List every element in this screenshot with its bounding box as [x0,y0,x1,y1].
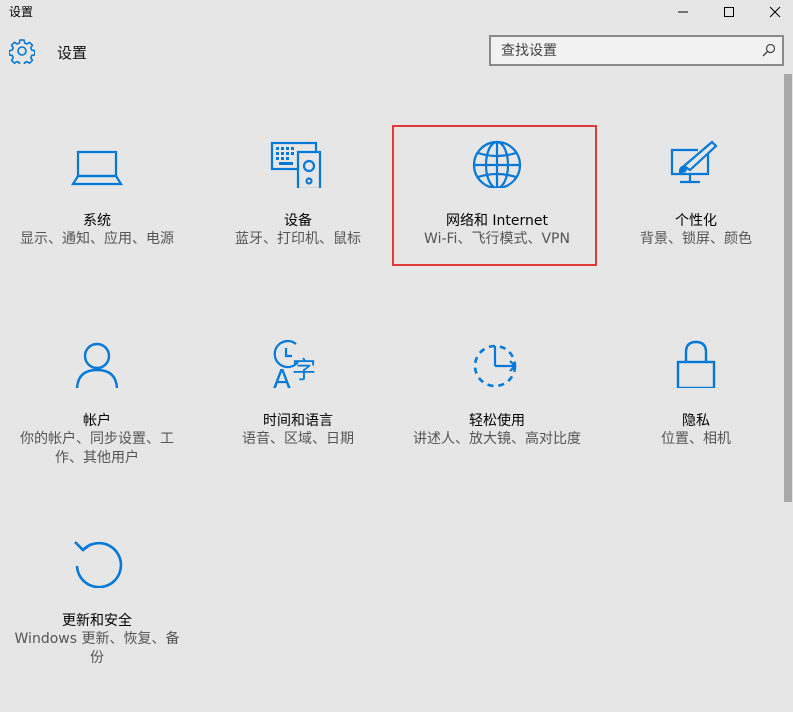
tile-personalization-desc: 背景、锁屏、颜色 [640,231,752,247]
gear-icon [9,39,35,64]
search-input[interactable] [491,37,761,64]
tile-privacy-desc: 位置、相机 [661,431,731,447]
window-title: 设置 [9,5,34,19]
tile-system-desc: 显示、通知、应用、电源 [20,231,174,247]
tile-devices[interactable]: 设备 蓝牙、打印机、鼠标 [198,132,398,312]
minimize-button[interactable] [660,0,706,24]
ease-of-access-icon [473,344,517,388]
tile-privacy-name: 隐私 [682,413,710,429]
svg-text:字: 字 [292,356,316,384]
maximize-button[interactable] [706,0,752,24]
maximize-icon [724,7,734,17]
search-icon[interactable] [762,43,776,57]
tile-accounts[interactable]: 帐户 你的帐户、同步设置、工作、其他用户 [0,332,197,512]
tile-accounts-desc: 你的帐户、同步设置、工作、其他用户 [20,431,174,466]
tile-ease-of-access-desc: 讲述人、放大镜、高对比度 [413,431,581,447]
tile-personalization[interactable]: 个性化 背景、锁屏、颜色 [596,132,793,312]
tile-time-language-name: 时间和语言 [263,413,333,429]
close-button[interactable] [752,0,793,24]
tile-accounts-name: 帐户 [83,413,111,429]
tile-personalization-name: 个性化 [675,213,717,229]
time-language-icon: A 字 [273,339,316,388]
tile-privacy[interactable]: 隐私 位置、相机 [596,332,793,512]
title-bar: 设置 [0,0,793,24]
search-box[interactable] [489,35,784,66]
person-icon [75,342,119,388]
page-title: 设置 [57,44,88,62]
tile-ease-of-access[interactable]: 轻松使用 讲述人、放大镜、高对比度 [397,332,597,512]
tile-update-security-desc: Windows 更新、恢复、备份 [14,631,180,666]
minimize-icon [678,11,688,13]
svg-text:A: A [273,365,291,388]
tile-system[interactable]: 系统 显示、通知、应用、电源 [0,132,197,312]
devices-icon [270,141,322,188]
laptop-icon [71,150,123,186]
tile-devices-name: 设备 [284,213,312,229]
close-icon [769,6,781,18]
selection-highlight [392,125,597,266]
update-icon [74,541,123,588]
tile-system-name: 系统 [83,213,111,229]
tile-devices-desc: 蓝牙、打印机、鼠标 [235,231,361,247]
tile-time-language[interactable]: A 字 时间和语言 语音、区域、日期 [198,332,398,512]
tile-time-language-desc: 语音、区域、日期 [242,431,354,447]
lock-icon [676,340,716,388]
personalization-icon [670,140,718,184]
tile-update-security[interactable]: 更新和安全 Windows 更新、恢复、备份 [0,532,197,712]
tile-ease-of-access-name: 轻松使用 [469,413,525,429]
tile-update-security-name: 更新和安全 [62,613,132,629]
